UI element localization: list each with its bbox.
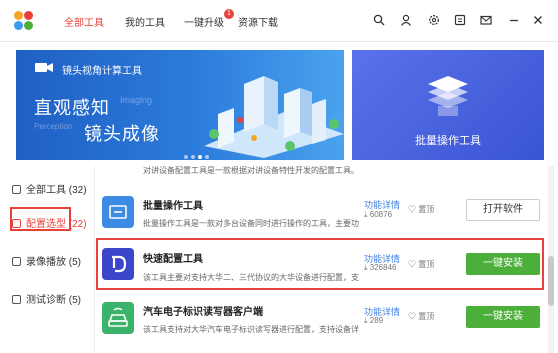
install-button[interactable]: 一键安装 [466,306,540,328]
divider [94,166,95,353]
pin-label: 置顶 [418,312,435,321]
minimize-icon[interactable] [508,14,520,26]
row-title: 汽车电子标识读写器客户端 [143,307,263,318]
nav-upgrade[interactable]: 一键升级 1 [184,9,234,29]
scrollbar[interactable] [548,166,554,353]
user-icon[interactable] [400,14,412,26]
test-icon [12,295,21,304]
sidebar-item-diagnosis[interactable]: 测试诊断 (5) [12,291,81,306]
nav-my-tools[interactable]: 我的工具 [125,14,165,29]
sidebar-item-label: 录像播放 (5) [26,257,81,268]
pin-button[interactable]: ♡ 置顶 [408,204,434,215]
download-count: ⤓ 289 [364,316,384,325]
nav-upgrade-label: 一键升级 [184,18,224,29]
sidebar-highlight-box [10,207,71,231]
nav-all-tools[interactable]: 全部工具 [64,14,104,29]
sidebar-item-label: 测试诊断 (5) [26,295,81,306]
settings-icon[interactable] [428,14,440,26]
download-count-value: 289 [369,316,384,325]
download-count-value: 60876 [369,210,393,219]
row-desc: 该工具支持对大华汽车电子标识读写器进行配置，支持设备详 [143,325,359,334]
city-illustration [204,76,344,158]
row-title: 批量操作工具 [143,201,203,212]
banner-right-title: 批量操作工具 [415,135,481,147]
batch-tool-icon [102,196,134,228]
banner-left-title: 镜头视角计算工具 [62,66,142,77]
banner-batch-tool[interactable]: 批量操作工具 [352,50,544,160]
banner-headline-2: 镜头成像 [84,124,160,144]
search-icon[interactable] [373,14,385,26]
sidebar-item-playback[interactable]: 录像播放 (5) [12,253,81,268]
scrollbar-thumb[interactable] [548,256,554,306]
sidebar-item-all[interactable]: 全部工具 (32) [12,181,87,196]
vehicle-reader-icon [102,302,134,334]
close-icon[interactable] [532,14,544,26]
camera-icon [35,63,53,72]
banner-en-1: Imaging [120,95,153,105]
download-count: ⤓ 60876 [364,210,393,219]
play-icon [12,257,21,266]
feedback-icon[interactable] [454,14,466,26]
batch-stack-icon [428,76,468,116]
upgrade-badge: 1 [224,9,234,19]
nav-downloads[interactable]: 资源下载 [238,14,278,29]
top-bar: 全部工具 我的工具 一键升级 1 资源下载 [0,0,558,42]
pin-button[interactable]: ♡ 置顶 [408,311,434,322]
carousel-dots[interactable] [184,150,212,160]
message-icon[interactable] [480,14,492,26]
app-logo-icon [14,11,34,31]
sidebar-item-label: 全部工具 (32) [26,185,87,196]
selected-row-highlight [96,238,544,290]
banner-lens-tool[interactable]: 镜头视角计算工具 Imaging 直观感知 Perception 镜头成像 [16,50,344,160]
grid-icon [12,185,21,194]
banner-headline-1: 直观感知 [34,98,110,118]
partial-row-desc: 对讲设备配置工具是一款根据对讲设备特性开发的配置工具。 [143,166,359,175]
row-desc: 批量操作工具是一款对多台设备同时进行操作的工具，主要功 [143,219,359,228]
open-app-button[interactable]: 打开软件 [466,199,540,221]
banner-en-2: Perception [34,122,73,131]
pin-label: 置顶 [418,205,435,214]
